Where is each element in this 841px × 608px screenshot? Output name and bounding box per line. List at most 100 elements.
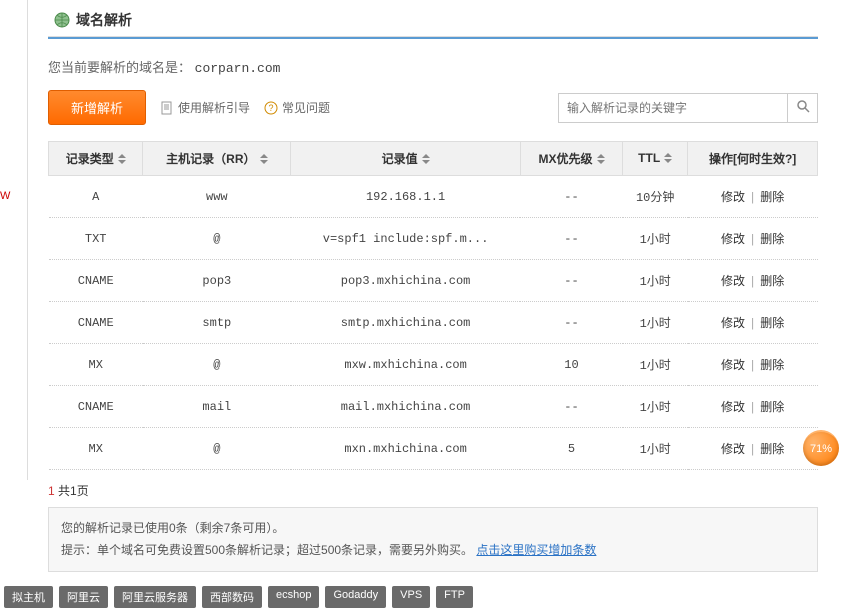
left-sidebar: W xyxy=(0,0,28,480)
tag[interactable]: FTP xyxy=(436,586,473,608)
footer-tags: 拟主机阿里云阿里云服务器西部数码 ecshop Godaddy VPS FTP xyxy=(0,586,818,608)
cell-value: mxn.mxhichina.com xyxy=(291,428,521,470)
cell-value: v=spf1 include:spf.m... xyxy=(291,218,521,260)
cell-type: MX xyxy=(49,428,143,470)
tag[interactable]: 西部数码 xyxy=(202,586,262,608)
cell-type: CNAME xyxy=(49,386,143,428)
subtitle: 您当前要解析的域名是： corparn.com xyxy=(48,39,818,90)
delete-link[interactable]: 删除 xyxy=(760,232,784,246)
search-button[interactable] xyxy=(788,93,818,123)
th-value[interactable]: 记录值 xyxy=(291,142,521,176)
pager: 1 共1页 xyxy=(48,470,818,507)
cell-ttl: 1小时 xyxy=(623,428,688,470)
add-record-button[interactable]: 新增解析 xyxy=(48,90,146,125)
gauge-value: 71% xyxy=(810,443,832,455)
edit-link[interactable]: 修改 xyxy=(721,358,745,372)
cell-host: www xyxy=(143,176,291,218)
cell-type: CNAME xyxy=(49,302,143,344)
cell-host: smtp xyxy=(143,302,291,344)
cell-mx: -- xyxy=(520,302,622,344)
delete-link[interactable]: 删除 xyxy=(760,400,784,414)
panel-title: 域名解析 xyxy=(76,10,132,30)
cell-host: @ xyxy=(143,218,291,260)
pager-text: 共1页 xyxy=(58,484,89,498)
th-mx[interactable]: MX优先级 xyxy=(520,142,622,176)
tips-line1: 您的解析记录已使用0条（剩余7条可用）。 xyxy=(61,518,805,540)
table-row: CNAMEpop3pop3.mxhichina.com--1小时修改|删除 xyxy=(49,260,818,302)
tag[interactable]: 阿里云 xyxy=(59,586,108,608)
cell-ttl: 10分钟 xyxy=(623,176,688,218)
edit-link[interactable]: 修改 xyxy=(721,316,745,330)
progress-gauge[interactable]: 71% xyxy=(803,430,839,466)
guide-label: 使用解析引导 xyxy=(178,99,250,116)
tips-box: 您的解析记录已使用0条（剩余7条可用）。 提示：单个域名可免费设置500条解析记… xyxy=(48,507,818,572)
faq-label: 常见问题 xyxy=(282,99,330,116)
cell-ttl: 1小时 xyxy=(623,302,688,344)
cell-type: TXT xyxy=(49,218,143,260)
table-row: CNAMEsmtpsmtp.mxhichina.com--1小时修改|删除 xyxy=(49,302,818,344)
tag[interactable]: 阿里云服务器 xyxy=(114,586,196,608)
guide-link[interactable]: 使用解析引导 xyxy=(160,99,250,116)
table-row: Awww192.168.1.1--10分钟修改|删除 xyxy=(49,176,818,218)
sort-icon xyxy=(118,153,126,167)
th-ttl[interactable]: TTL xyxy=(623,142,688,176)
cell-value: mxw.mxhichina.com xyxy=(291,344,521,386)
tag[interactable]: 拟主机 xyxy=(4,586,53,608)
left-marker: W xyxy=(0,190,10,202)
svg-text:?: ? xyxy=(269,103,274,113)
cell-value: mail.mxhichina.com xyxy=(291,386,521,428)
cell-ops: 修改|删除 xyxy=(688,302,818,344)
pager-num: 1 xyxy=(48,484,55,498)
edit-link[interactable]: 修改 xyxy=(721,442,745,456)
buy-more-link[interactable]: 点击这里购买增加条数 xyxy=(476,543,596,557)
edit-link[interactable]: 修改 xyxy=(721,400,745,414)
faq-link[interactable]: ? 常见问题 xyxy=(264,99,330,116)
delete-link[interactable]: 删除 xyxy=(760,190,784,204)
delete-link[interactable]: 删除 xyxy=(760,274,784,288)
help-icon: ? xyxy=(264,101,278,115)
cell-ops: 修改|删除 xyxy=(688,386,818,428)
th-host[interactable]: 主机记录（RR） xyxy=(143,142,291,176)
edit-link[interactable]: 修改 xyxy=(721,190,745,204)
delete-link[interactable]: 删除 xyxy=(760,442,784,456)
dns-panel: 域名解析 您当前要解析的域名是： corparn.com 新增解析 使用解析引导… xyxy=(48,0,818,608)
cell-host: mail xyxy=(143,386,291,428)
delete-link[interactable]: 删除 xyxy=(760,358,784,372)
tag[interactable]: VPS xyxy=(392,586,430,608)
records-table: 记录类型 主机记录（RR） 记录值 MX优先级 TTL 操作[何时生效?] Aw… xyxy=(48,141,818,470)
table-row: CNAMEmailmail.mxhichina.com--1小时修改|删除 xyxy=(49,386,818,428)
search-input[interactable] xyxy=(558,93,788,123)
cell-mx: -- xyxy=(520,260,622,302)
tag[interactable]: Godaddy xyxy=(325,586,386,608)
action-row: 新增解析 使用解析引导 ? 常见问题 xyxy=(48,90,818,141)
tag[interactable]: ecshop xyxy=(268,586,319,608)
cell-ttl: 1小时 xyxy=(623,218,688,260)
cell-mx: -- xyxy=(520,218,622,260)
document-icon xyxy=(160,101,174,115)
delete-link[interactable]: 删除 xyxy=(760,316,784,330)
panel-header: 域名解析 xyxy=(48,6,818,34)
cell-ops: 修改|删除 xyxy=(688,344,818,386)
cell-value: 192.168.1.1 xyxy=(291,176,521,218)
cell-value: smtp.mxhichina.com xyxy=(291,302,521,344)
cell-ops: 修改|删除 xyxy=(688,428,818,470)
edit-link[interactable]: 修改 xyxy=(721,232,745,246)
sort-icon xyxy=(597,153,605,167)
tips-line2: 提示：单个域名可免费设置500条解析记录；超过500条记录，需要另外购买。 点击… xyxy=(61,540,805,562)
cell-type: MX xyxy=(49,344,143,386)
edit-link[interactable]: 修改 xyxy=(721,274,745,288)
cell-type: CNAME xyxy=(49,260,143,302)
subtitle-prefix: 您当前要解析的域名是： xyxy=(48,60,191,75)
cell-ops: 修改|删除 xyxy=(688,176,818,218)
cell-ops: 修改|删除 xyxy=(688,218,818,260)
cell-mx: 10 xyxy=(520,344,622,386)
cell-ttl: 1小时 xyxy=(623,386,688,428)
th-type[interactable]: 记录类型 xyxy=(49,142,143,176)
domain-name: corparn.com xyxy=(195,61,281,76)
cell-host: @ xyxy=(143,428,291,470)
cell-ops: 修改|删除 xyxy=(688,260,818,302)
cell-mx: -- xyxy=(520,386,622,428)
cell-type: A xyxy=(49,176,143,218)
cell-host: pop3 xyxy=(143,260,291,302)
table-row: MX@mxw.mxhichina.com101小时修改|删除 xyxy=(49,344,818,386)
